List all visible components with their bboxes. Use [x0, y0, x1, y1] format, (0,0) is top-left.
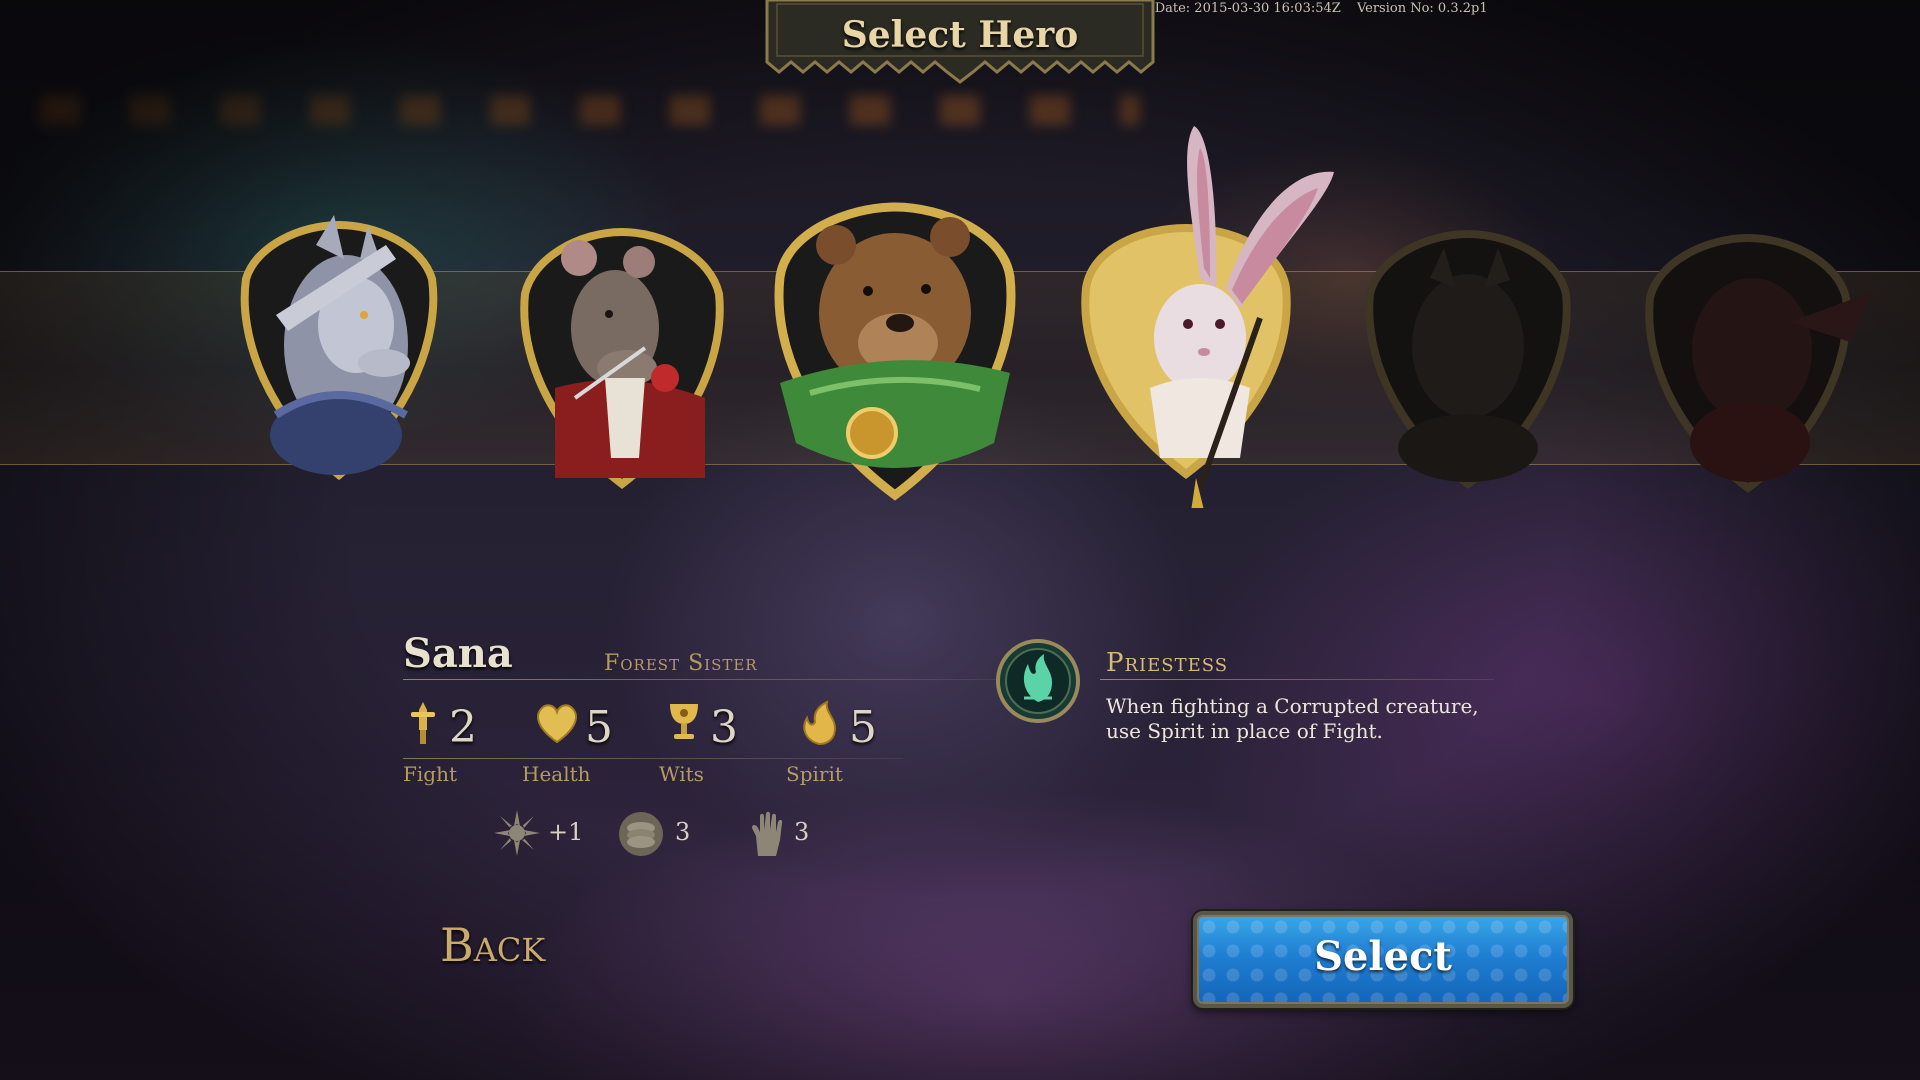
- sub-stat-hand-value: 3: [794, 818, 810, 846]
- heart-icon: [537, 704, 577, 744]
- spirit-emblem-icon: [996, 639, 1080, 723]
- stat-health-label: Health: [522, 762, 591, 786]
- stat-wits-label: Wits: [659, 762, 704, 786]
- ability-divider: [1100, 679, 1494, 680]
- stat-wits-value: 3: [710, 702, 738, 753]
- back-button[interactable]: Back: [440, 918, 580, 978]
- ability-description: When fighting a Corrupted creature, use …: [1106, 694, 1479, 743]
- game-background: [0, 0, 1920, 1080]
- select-button[interactable]: Select: [1193, 911, 1573, 1008]
- ability-name: Priestess: [1106, 648, 1229, 678]
- vignette: [0, 0, 1920, 1080]
- stat-spirit-value: 5: [849, 702, 877, 753]
- version-number: Version No: 0.3.2p1: [1356, 1, 1488, 16]
- coin-stack-icon: [619, 812, 663, 856]
- stat-health-value: 5: [585, 702, 613, 753]
- hero-title: Forest Sister: [604, 651, 758, 676]
- stat-fight-label: Fight: [403, 762, 457, 786]
- sub-stat-coins-value: 3: [675, 818, 691, 846]
- sub-stat-sun-value: +1: [548, 818, 584, 846]
- hero-portrait-locked-6[interactable]: [1640, 222, 1876, 502]
- hero-portrait-locked-fox[interactable]: [1360, 218, 1576, 500]
- dagger-icon: [411, 702, 435, 744]
- hero-portrait-bear-selected[interactable]: [770, 193, 1020, 513]
- goblet-icon: [670, 704, 698, 739]
- hero-portrait-wolf[interactable]: [236, 205, 442, 495]
- stats-divider: [403, 758, 903, 759]
- flame-icon: [803, 700, 837, 746]
- name-divider: [403, 679, 1003, 680]
- screen-title: Select Hero: [841, 14, 1079, 56]
- select-button-label: Select: [1314, 933, 1452, 980]
- hand-icon: [752, 811, 783, 856]
- hero-name: Sana: [403, 630, 513, 677]
- hero-portrait-rabbit[interactable]: [1080, 118, 1340, 508]
- stat-spirit-label: Spirit: [786, 762, 843, 786]
- sun-burst-icon: [494, 810, 540, 856]
- build-info: Build Date: 2015-03-30 16:03:54Z Version…: [1116, 1, 1488, 16]
- stat-fight-value: 2: [449, 702, 477, 753]
- hero-portrait-rat[interactable]: [515, 218, 729, 498]
